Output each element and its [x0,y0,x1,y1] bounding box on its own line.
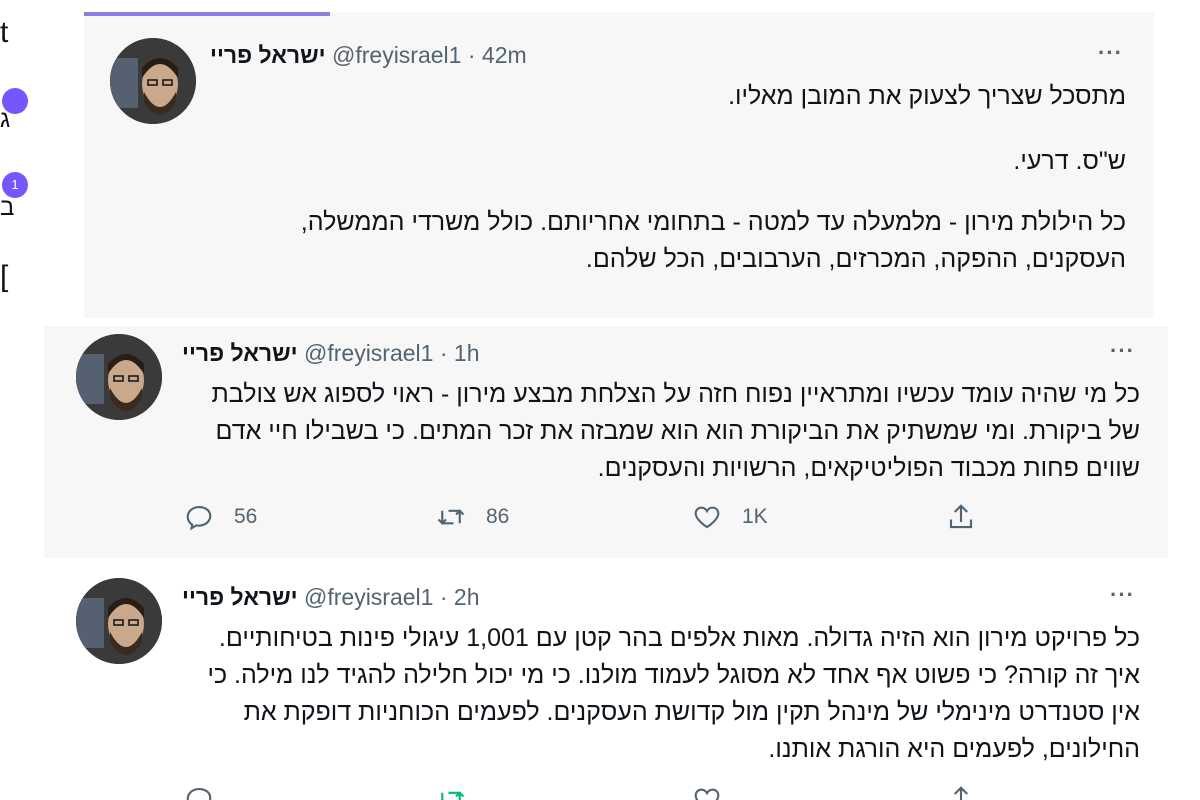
retweet-button[interactable]: 86 [436,502,509,532]
tweet-text: כל מי שהיה עומד עכשיו ומתראיין נפוח חזה … [211,380,1140,482]
timestamp[interactable]: 1h [454,340,480,366]
user-handle[interactable]: @freyisrael1 [332,42,461,68]
like-button[interactable]: 1K [692,502,768,532]
avatar[interactable] [76,578,162,664]
tweet-actions-partial [184,784,984,800]
more-options-icon[interactable]: ··· [1110,582,1135,608]
tweet-actions: 56 86 1K [184,502,984,542]
timestamp[interactable]: 42m [482,42,527,68]
display-name[interactable]: ישראל פריי [182,584,298,610]
more-options-icon[interactable]: ··· [1110,338,1135,364]
tweet-2[interactable]: ישראל פריי @freyisrael1 · 1h ··· כל מי ש… [44,326,1168,558]
user-handle[interactable]: @freyisrael1 [304,340,433,366]
reply-icon [186,505,212,531]
share-button[interactable] [946,784,996,800]
like-count: 1K [742,505,768,528]
tweet-1[interactable]: ישראל פריי @freyisrael1 · 42m ··· מתסכל … [84,12,1154,318]
separator: · [467,42,476,68]
share-icon [953,786,969,800]
tweet-text: מתסכל שצריך לצעוק את המובן מאליו. ש"ס. ד… [204,78,1126,278]
tweet-header: ישראל פריי @freyisrael1 · 42m [210,42,527,69]
reply-button[interactable] [184,784,234,800]
paragraph: ש"ס. דרעי. [1013,147,1126,175]
user-handle[interactable]: @freyisrael1 [304,584,433,610]
timestamp[interactable]: 2h [454,584,480,610]
share-button[interactable] [946,502,996,532]
reply-count: 56 [234,505,258,528]
profile-photo-icon [76,578,162,664]
profile-photo-icon [76,334,162,420]
like-button[interactable] [692,784,742,800]
profile-photo-icon [110,38,196,124]
nav-icon-partial[interactable]: [ [0,262,8,292]
tweet-header: ישראל פריי @freyisrael1 · 2h [182,584,480,611]
paragraph: מתסכל שצריך לצעוק את המובן מאליו. [728,82,1126,110]
retweet-icon [441,791,465,800]
tweet-3[interactable]: ישראל פריי @freyisrael1 · 2h ··· כל פרוי… [44,566,1168,800]
avatar[interactable] [76,334,162,420]
tab-indicator [84,12,330,16]
share-icon [949,504,973,529]
nav-icon-partial[interactable]: t [0,18,8,48]
nav-icon-partial[interactable]: ב [0,196,14,220]
more-options-icon[interactable]: ··· [1098,40,1123,66]
nav-icon-partial[interactable]: ג [0,108,10,132]
retweet-icon [437,509,465,525]
reply-icon [186,787,212,800]
reply-button[interactable]: 56 [184,502,257,532]
separator: · [439,340,448,366]
heart-icon [694,506,720,529]
separator: · [439,584,448,610]
paragraph: כל הילולת מירון - מלמעלה עד למטה - בתחומ… [300,208,1126,273]
heart-icon [694,788,720,800]
retweet-count: 86 [486,505,510,528]
avatar[interactable] [110,38,196,124]
tweet-text: כל פרויקט מירון הוא הזיה גדולה. מאות אלפ… [207,624,1140,763]
display-name[interactable]: ישראל פריי [210,42,326,68]
tweet-header: ישראל פריי @freyisrael1 · 1h [182,340,480,367]
retweet-button[interactable] [436,784,486,800]
display-name[interactable]: ישראל פריי [182,340,298,366]
